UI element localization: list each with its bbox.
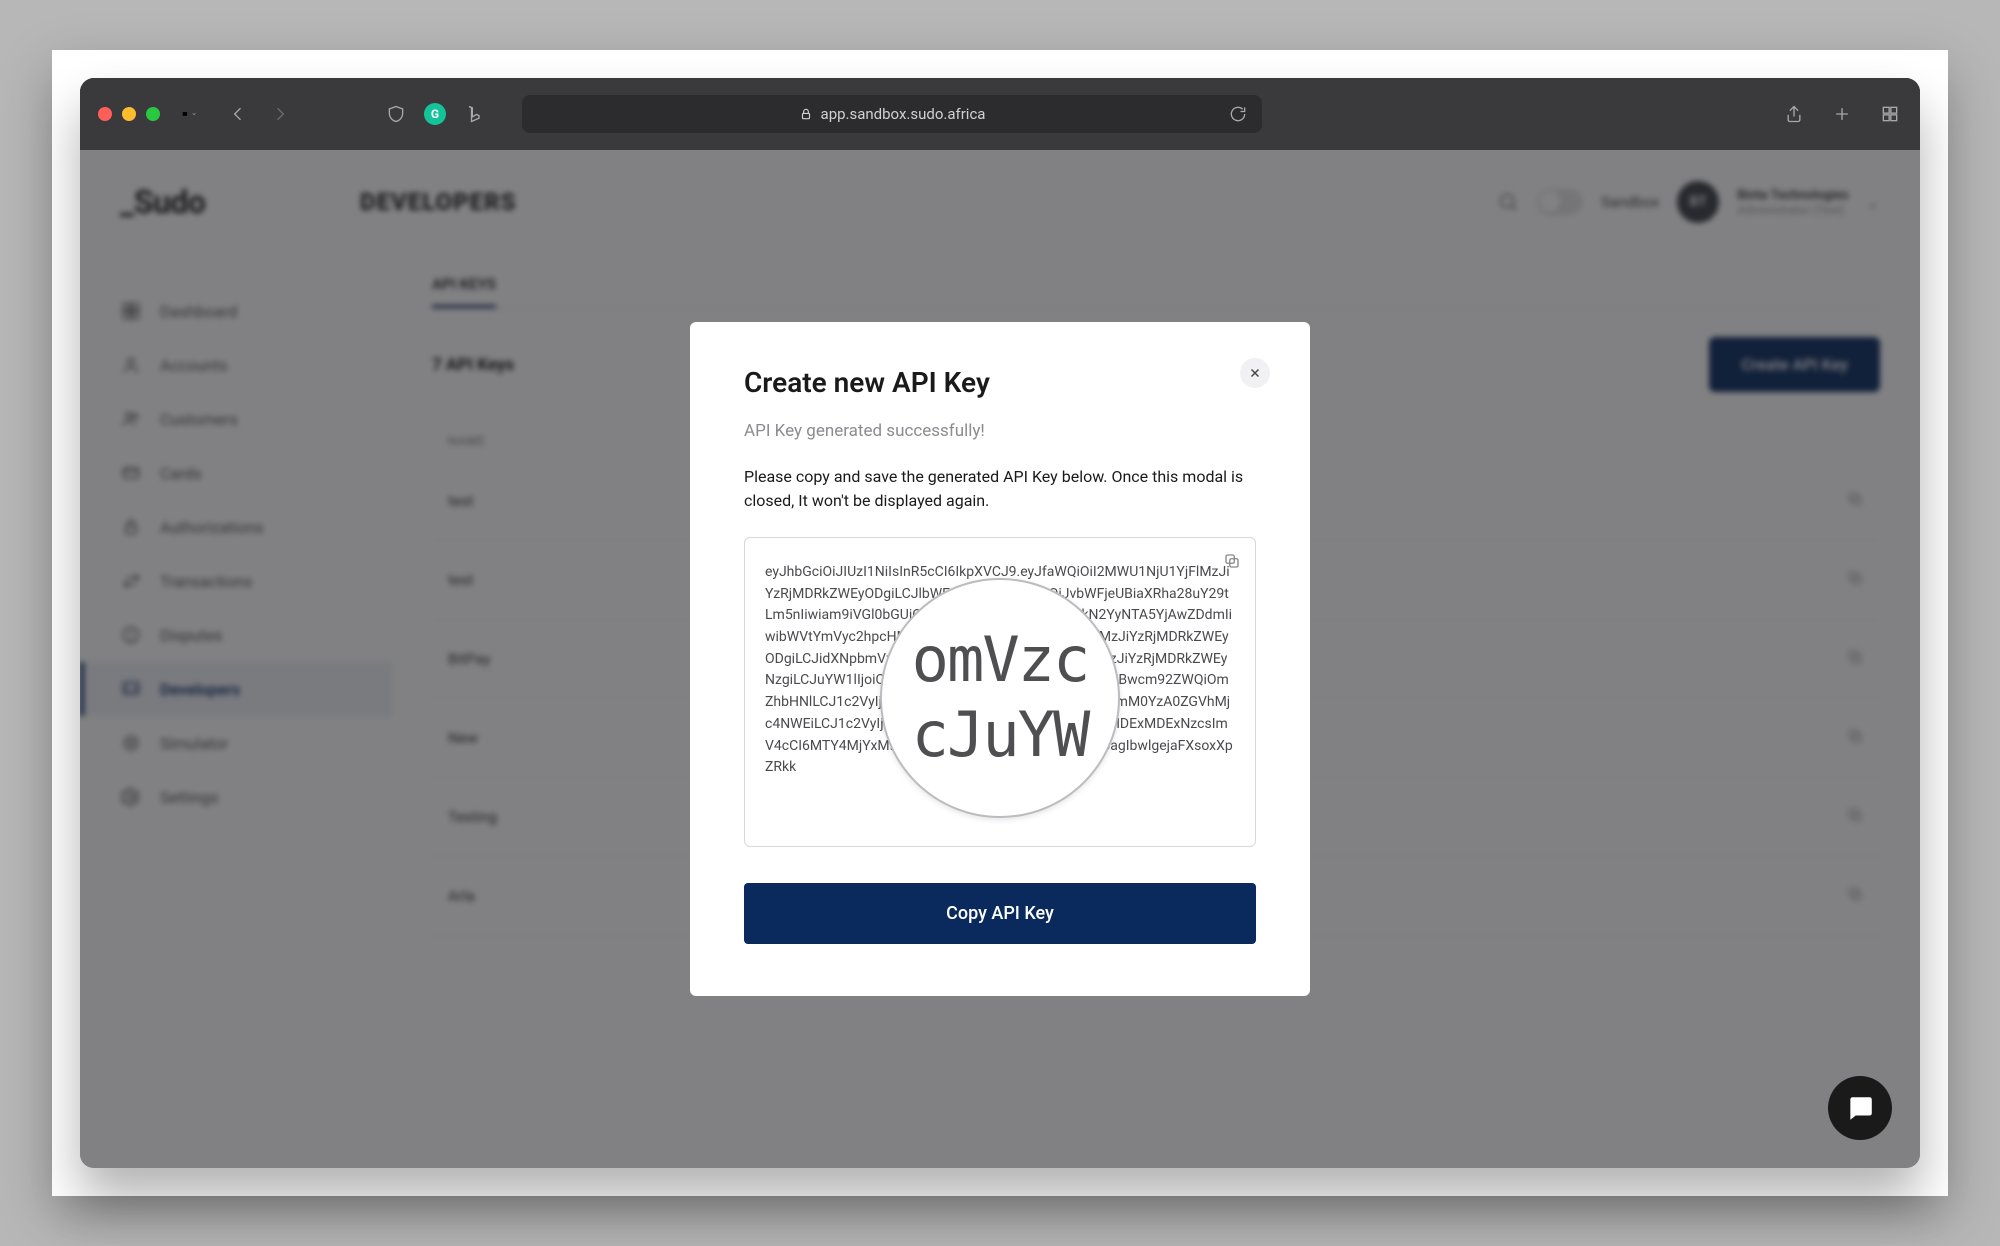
new-tab-icon[interactable] — [1830, 102, 1854, 126]
browser-chrome: G app.sandbox.sudo.africa — [80, 78, 1920, 150]
tab-overview-icon[interactable] — [1878, 102, 1902, 126]
modal-title: Create new API Key — [744, 366, 1256, 399]
maximize-window-icon[interactable] — [146, 107, 160, 121]
viewport: _Sudo DEVELOPERS Sandbox BT Binta Techno… — [80, 150, 1920, 1168]
shield-icon[interactable] — [384, 102, 408, 126]
intercom-launcher[interactable] — [1828, 1076, 1892, 1140]
close-window-icon[interactable] — [98, 107, 112, 121]
modal-overlay: Create new API Key API Key generated suc… — [80, 150, 1920, 1168]
grammarly-extension-icon[interactable]: G — [424, 103, 446, 125]
lock-icon — [799, 107, 813, 121]
minimize-window-icon[interactable] — [122, 107, 136, 121]
close-icon[interactable] — [1240, 358, 1270, 388]
sidebar-toggle[interactable] — [182, 109, 196, 119]
magnified-text-1: omVzc — [912, 623, 1089, 697]
magnifier-lens: omVzc cJuYW — [880, 578, 1120, 818]
url-bar[interactable]: app.sandbox.sudo.africa — [522, 95, 1262, 133]
copy-icon[interactable] — [1223, 552, 1241, 578]
copy-api-key-button[interactable]: Copy API Key — [744, 883, 1256, 944]
reload-icon[interactable] — [1226, 102, 1250, 126]
modal-instruction: Please copy and save the generated API K… — [744, 465, 1256, 513]
back-button[interactable] — [226, 102, 250, 126]
window-controls — [98, 107, 160, 121]
modal-subtitle: API Key generated successfully! — [744, 421, 1256, 441]
create-api-key-modal: Create new API Key API Key generated suc… — [690, 322, 1310, 996]
forward-button[interactable] — [268, 102, 292, 126]
browser-window: G app.sandbox.sudo.africa _Sudo DEVELOPE… — [80, 78, 1920, 1168]
bing-extension-icon[interactable] — [462, 102, 486, 126]
api-key-box: eyJhbGciOiJIUzI1NiIsInR5cCI6IkpXVCJ9.eyJ… — [744, 537, 1256, 847]
url-text: app.sandbox.sudo.africa — [821, 105, 986, 123]
share-icon[interactable] — [1782, 102, 1806, 126]
magnified-text-2: cJuYW — [912, 698, 1089, 772]
